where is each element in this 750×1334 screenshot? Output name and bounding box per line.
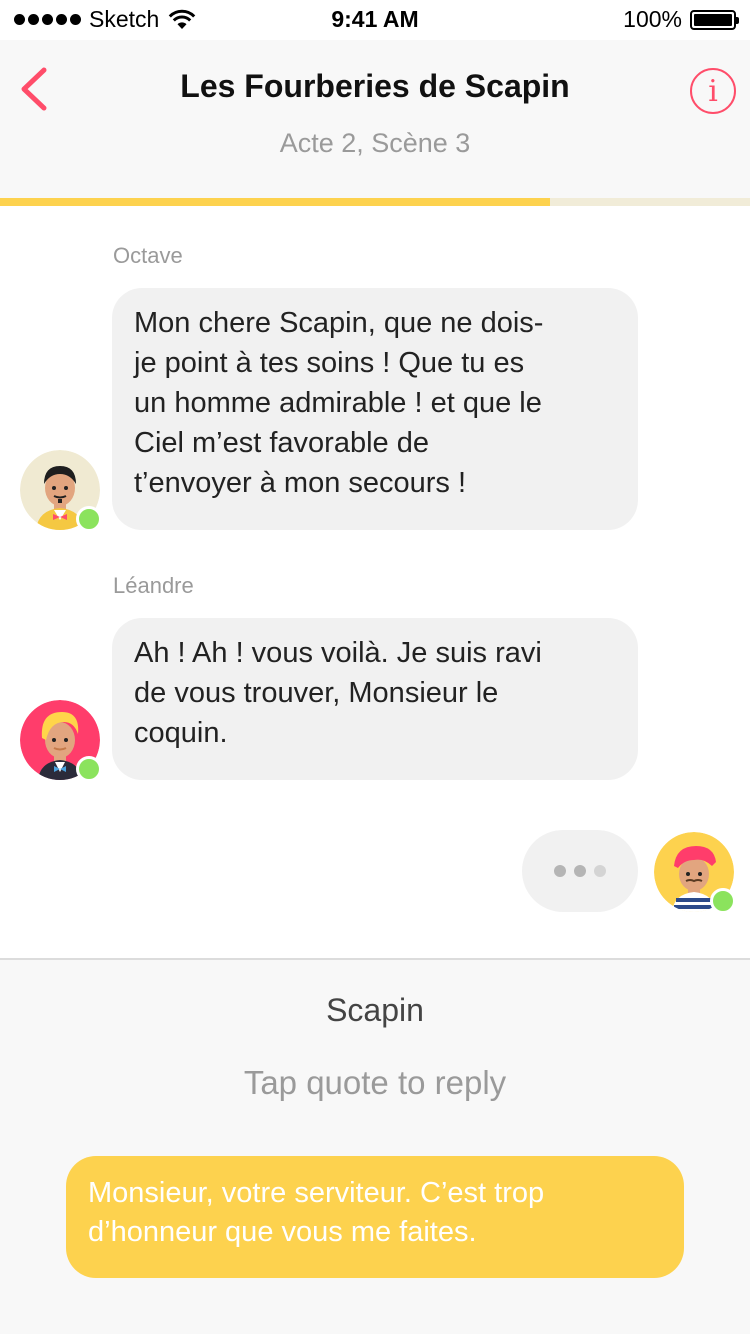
reply-character-name: Scapin [326, 992, 424, 1028]
message-line: de vous trouver, Monsieur le [134, 677, 499, 709]
avatar-leandre[interactable] [20, 700, 102, 782]
avatar-octave[interactable] [20, 450, 102, 532]
status-right: 100% [623, 6, 739, 33]
typing-indicator [522, 830, 638, 912]
message-line: Ah ! Ah ! vous voilà. Je suis ravi [134, 637, 542, 669]
speaker-name-leandre: Léandre [113, 573, 194, 598]
page-subtitle: Acte 2, Scène 3 [279, 128, 471, 158]
message-line: coquin. [134, 717, 228, 749]
reply-panel: Scapin Tap quote to reply Monsieur, votr… [0, 958, 750, 1334]
quote-line: d’honneur que vous me faites. [88, 1216, 477, 1248]
message-line: je point à tes soins ! Que tu es [134, 347, 525, 379]
avatar-scapin[interactable] [654, 832, 736, 914]
nav-header: Les Fourberies de Scapin Acte 2, Scène 3… [0, 40, 750, 198]
message-bubble-octave: Mon chere Scapin, que ne dois- je point … [112, 288, 638, 530]
online-indicator [76, 756, 102, 782]
info-icon: i [708, 73, 718, 109]
scene-progress-fill [0, 198, 550, 206]
quote-line: Monsieur, votre serviteur. C’est trop [88, 1177, 545, 1209]
speaker-name-octave: Octave [113, 243, 183, 268]
message-line: t’envoyer à mon secours ! [134, 467, 467, 499]
reply-hint: Tap quote to reply [243, 1064, 507, 1101]
info-button[interactable]: i [690, 68, 736, 114]
reply-quote-button[interactable]: Monsieur, votre serviteur. C’est trop d’… [66, 1156, 684, 1278]
scene-progress-bar [0, 198, 750, 206]
page-title: Les Fourberies de Scapin [180, 68, 570, 104]
online-indicator [710, 888, 736, 914]
message-line: Ciel m’est favorable de [134, 427, 429, 459]
status-bar: Sketch 9:41 AM 100% [0, 0, 750, 40]
online-indicator [76, 506, 102, 532]
message-line: un homme admirable ! et que le [134, 387, 542, 419]
message-bubble-leandre: Ah ! Ah ! vous voilà. Je suis ravi de vo… [112, 618, 638, 780]
battery-icon [690, 9, 739, 30]
battery-percent: 100% [623, 6, 682, 32]
message-line: Mon chere Scapin, que ne dois- [134, 307, 544, 339]
